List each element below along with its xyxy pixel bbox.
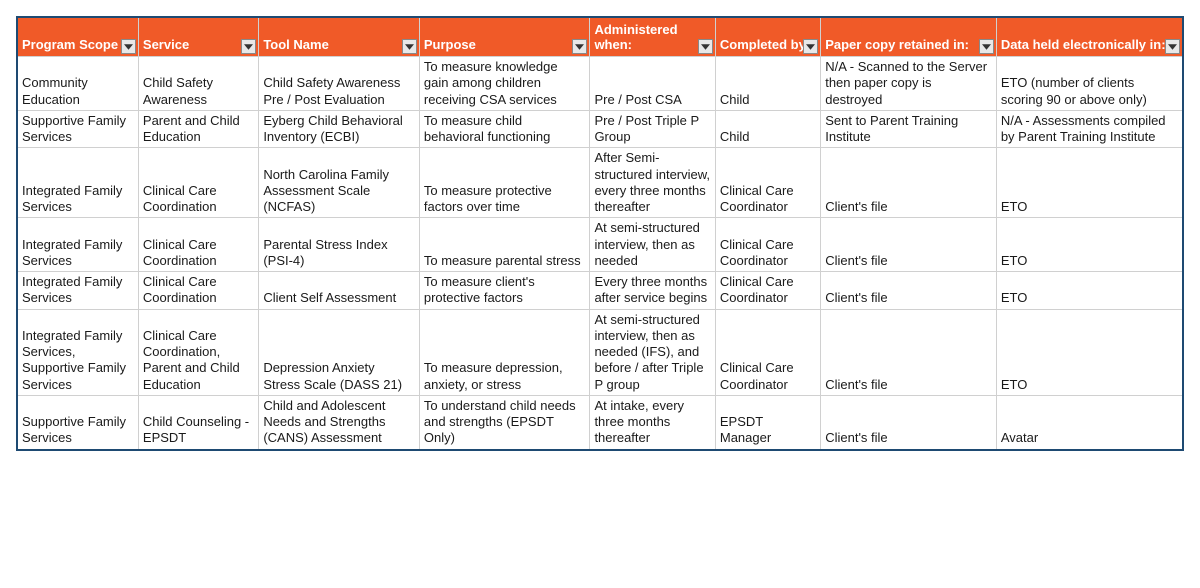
cell-data-held: N/A - Assessments compiled by Parent Tra… [996,110,1182,148]
table-row: Community EducationChild Safety Awarenes… [18,57,1182,111]
cell-program-scope: Integrated Family Services [18,148,138,218]
cell-service: Child Counseling - EPSDT [138,395,258,448]
cell-paper-copy: Client's file [821,395,997,448]
cell-administered-when: Pre / Post Triple P Group [590,110,715,148]
col-header-label: Data held electronically in: [1001,37,1166,52]
table-row: Supportive Family ServicesChild Counseli… [18,395,1182,448]
cell-paper-copy: Client's file [821,218,997,272]
col-header-label: Administered when: [594,22,677,52]
chevron-down-icon [982,44,991,50]
cell-data-held: Avatar [996,395,1182,448]
cell-purpose: To measure client's protective factors [419,272,590,310]
filter-button[interactable] [402,39,417,54]
col-header-data-held: Data held electronically in: [996,18,1182,57]
cell-purpose: To measure depression, anxiety, or stres… [419,309,590,395]
chevron-down-icon [701,44,710,50]
header-row: Program Scope Service Tool Name [18,18,1182,57]
filter-button[interactable] [1165,39,1180,54]
filter-button[interactable] [698,39,713,54]
cell-paper-copy: N/A - Scanned to the Server then paper c… [821,57,997,111]
cell-purpose: To measure protective factors over time [419,148,590,218]
col-header-completed-by: Completed by: [715,18,820,57]
table-body: Community EducationChild Safety Awarenes… [18,57,1182,449]
cell-purpose: To understand child needs and strengths … [419,395,590,448]
col-header-paper-copy: Paper copy retained in: [821,18,997,57]
cell-data-held: ETO [996,272,1182,310]
cell-data-held: ETO [996,148,1182,218]
cell-completed-by: Clinical Care Coordinator [715,218,820,272]
cell-tool-name: Child Safety Awareness Pre / Post Evalua… [259,57,420,111]
cell-data-held: ETO (number of clients scoring 90 or abo… [996,57,1182,111]
data-table-container: Program Scope Service Tool Name [16,16,1184,451]
cell-administered-when: After Semi-structured interview, every t… [590,148,715,218]
cell-tool-name: North Carolina Family Assessment Scale (… [259,148,420,218]
cell-administered-when: At semi-structured interview, then as ne… [590,218,715,272]
table-row: Supportive Family ServicesParent and Chi… [18,110,1182,148]
chevron-down-icon [244,44,253,50]
cell-service: Child Safety Awareness [138,57,258,111]
cell-service: Clinical Care Coordination [138,218,258,272]
cell-purpose: To measure child behavioral functioning [419,110,590,148]
cell-tool-name: Child and Adolescent Needs and Strengths… [259,395,420,448]
table-row: Integrated Family Services, Supportive F… [18,309,1182,395]
cell-service: Clinical Care Coordination [138,272,258,310]
col-header-label: Tool Name [263,37,329,52]
col-header-program-scope: Program Scope [18,18,138,57]
cell-paper-copy: Client's file [821,272,997,310]
col-header-label: Paper copy retained in: [825,37,969,52]
col-header-label: Completed by: [720,37,810,52]
chevron-down-icon [124,44,133,50]
cell-purpose: To measure knowledge gain among children… [419,57,590,111]
chevron-down-icon [405,44,414,50]
cell-paper-copy: Sent to Parent Training Institute [821,110,997,148]
cell-service: Clinical Care Coordination, Parent and C… [138,309,258,395]
table-row: Integrated Family ServicesClinical Care … [18,272,1182,310]
cell-program-scope: Integrated Family Services, Supportive F… [18,309,138,395]
cell-tool-name: Depression Anxiety Stress Scale (DASS 21… [259,309,420,395]
cell-tool-name: Parental Stress Index (PSI-4) [259,218,420,272]
col-header-tool-name: Tool Name [259,18,420,57]
cell-administered-when: Pre / Post CSA [590,57,715,111]
cell-program-scope: Supportive Family Services [18,395,138,448]
cell-tool-name: Eyberg Child Behavioral Inventory (ECBI) [259,110,420,148]
cell-program-scope: Supportive Family Services [18,110,138,148]
cell-data-held: ETO [996,309,1182,395]
cell-tool-name: Client Self Assessment [259,272,420,310]
cell-paper-copy: Client's file [821,309,997,395]
col-header-label: Program Scope [22,37,118,52]
cell-program-scope: Community Education [18,57,138,111]
cell-completed-by: Clinical Care Coordinator [715,309,820,395]
col-header-administered-when: Administered when: [590,18,715,57]
filter-button[interactable] [121,39,136,54]
cell-program-scope: Integrated Family Services [18,272,138,310]
data-table: Program Scope Service Tool Name [18,18,1182,449]
filter-button[interactable] [803,39,818,54]
cell-administered-when: Every three months after service begins [590,272,715,310]
col-header-label: Service [143,37,189,52]
cell-service: Parent and Child Education [138,110,258,148]
cell-paper-copy: Client's file [821,148,997,218]
col-header-label: Purpose [424,37,476,52]
cell-completed-by: EPSDT Manager [715,395,820,448]
cell-administered-when: At semi-structured interview, then as ne… [590,309,715,395]
filter-button[interactable] [572,39,587,54]
chevron-down-icon [575,44,584,50]
chevron-down-icon [806,44,815,50]
cell-data-held: ETO [996,218,1182,272]
cell-completed-by: Child [715,57,820,111]
col-header-purpose: Purpose [419,18,590,57]
filter-button[interactable] [979,39,994,54]
cell-administered-when: At intake, every three months thereafter [590,395,715,448]
col-header-service: Service [138,18,258,57]
table-row: Integrated Family ServicesClinical Care … [18,148,1182,218]
cell-completed-by: Clinical Care Coordinator [715,272,820,310]
cell-purpose: To measure parental stress [419,218,590,272]
cell-service: Clinical Care Coordination [138,148,258,218]
cell-completed-by: Child [715,110,820,148]
cell-program-scope: Integrated Family Services [18,218,138,272]
filter-button[interactable] [241,39,256,54]
table-row: Integrated Family ServicesClinical Care … [18,218,1182,272]
cell-completed-by: Clinical Care Coordinator [715,148,820,218]
chevron-down-icon [1168,44,1177,50]
